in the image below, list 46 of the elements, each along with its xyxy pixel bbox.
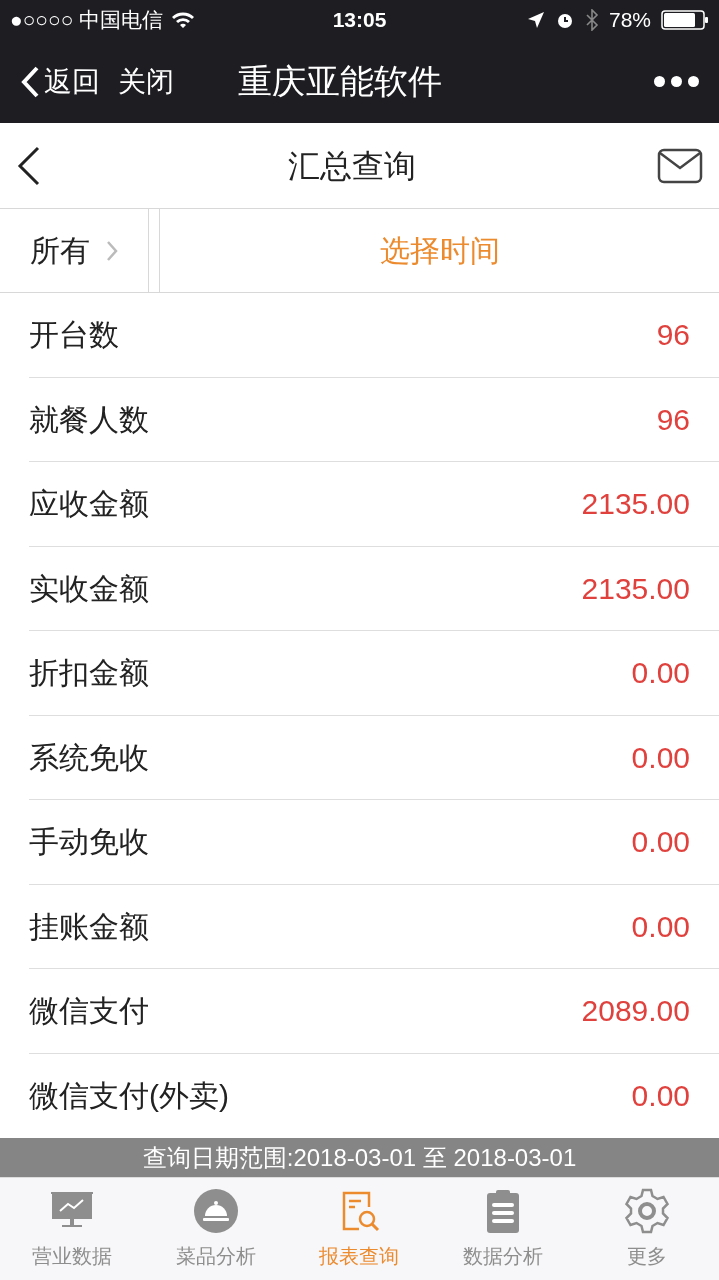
row-value: 96 <box>656 401 690 438</box>
scope-selector[interactable]: 所有 <box>0 209 149 292</box>
clock-text: 13:05 <box>332 7 387 34</box>
battery-icon <box>661 10 709 30</box>
row-value: 0.00 <box>631 739 690 776</box>
date-range-bar: 查询日期范围:2018-03-01 至 2018-03-01 <box>0 1138 719 1177</box>
tab-item[interactable]: 数据分析 <box>431 1178 576 1280</box>
row-value: 0.00 <box>631 824 690 861</box>
close-button[interactable]: 关闭 <box>118 60 174 103</box>
wifi-icon <box>171 11 196 29</box>
chevron-left-icon <box>20 64 40 99</box>
tab-item[interactable]: 菜品分析 <box>143 1178 288 1280</box>
row-label: 开台数 <box>29 317 119 354</box>
chevron-left-icon <box>16 144 42 187</box>
cloche-icon <box>191 1187 240 1235</box>
row-label: 手动免收 <box>29 824 149 861</box>
row-label: 系统免收 <box>29 739 149 776</box>
row-label: 挂账金额 <box>29 908 149 945</box>
settings-icon <box>623 1187 672 1235</box>
row-value: 96 <box>656 317 690 354</box>
row-label: 实收金额 <box>29 570 149 607</box>
row-label: 微信支付(外卖) <box>29 1078 229 1115</box>
row-value: 2135.00 <box>581 486 690 523</box>
carrier-text: ●○○○○ 中国电信 <box>10 7 164 34</box>
row-value: 2089.00 <box>581 993 690 1030</box>
chevron-right-icon <box>106 239 118 262</box>
row-label: 折扣金额 <box>29 655 149 692</box>
tab-item[interactable]: 更多 <box>575 1178 719 1280</box>
back-button[interactable]: 返回 <box>20 60 100 103</box>
row-label: 微信支付 <box>29 993 149 1030</box>
row-value: 0.00 <box>631 655 690 692</box>
row-value: 0.00 <box>631 1078 690 1115</box>
app-title: 重庆亚能软件 <box>238 61 442 102</box>
tab-item[interactable]: 营业数据 <box>0 1178 144 1280</box>
row-value: 2135.00 <box>581 570 690 607</box>
battery-percent: 78% <box>608 7 651 34</box>
row-label: 就餐人数 <box>29 401 149 438</box>
mail-button[interactable] <box>657 147 703 184</box>
row-value: 0.00 <box>631 908 690 945</box>
row-label: 应收金额 <box>29 486 149 523</box>
location-arrow-icon <box>526 11 545 29</box>
tab-item[interactable]: 报表查询 <box>287 1178 432 1280</box>
envelope-icon <box>657 147 703 184</box>
page-title: 汇总查询 <box>286 146 417 186</box>
time-selector[interactable]: 选择时间 <box>160 209 719 292</box>
bluetooth-icon <box>584 9 599 31</box>
